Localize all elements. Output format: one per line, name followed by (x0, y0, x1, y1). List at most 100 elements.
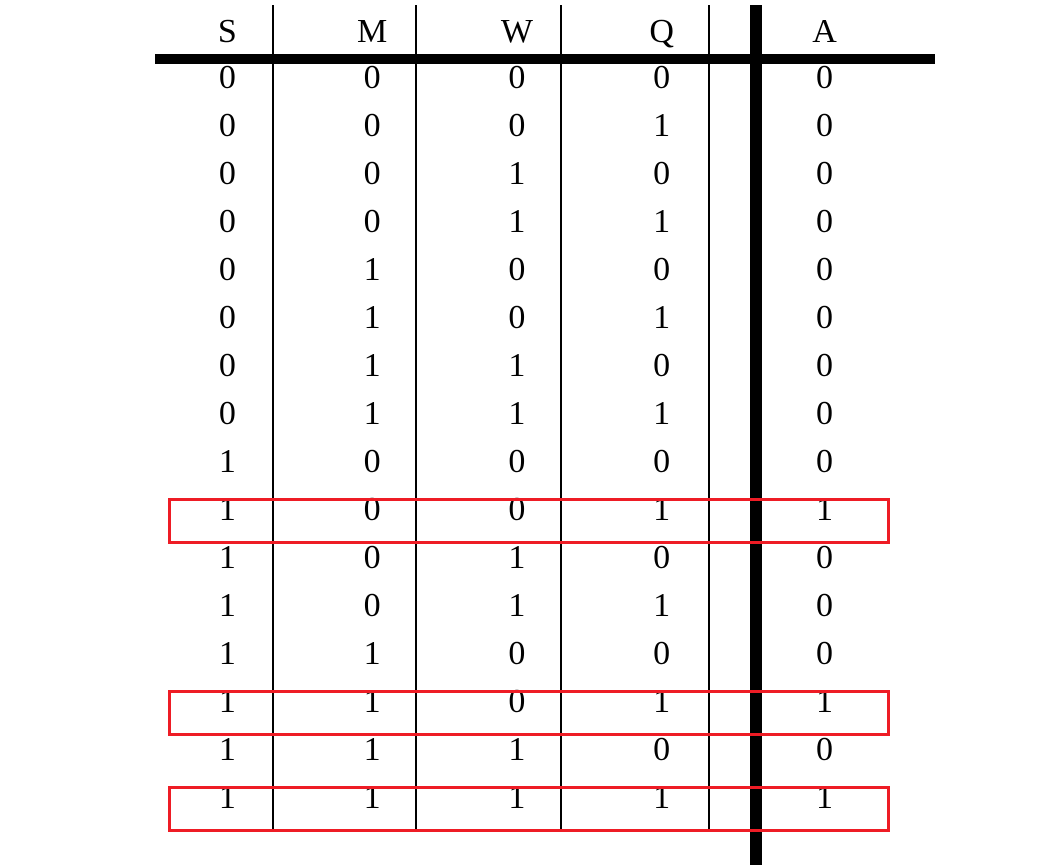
cell-M: 1 (300, 774, 445, 822)
cell-M: 1 (300, 390, 445, 438)
cell-A: 0 (734, 582, 915, 630)
cell-A: 1 (734, 678, 915, 726)
cell-Q: 0 (589, 630, 734, 678)
table-row: 00000 (155, 54, 915, 102)
cell-A: 0 (734, 438, 915, 486)
table-row: 00110 (155, 198, 915, 246)
cell-A: 0 (734, 102, 915, 150)
cell-Q: 1 (589, 582, 734, 630)
cell-M: 1 (300, 246, 445, 294)
cell-M: 0 (300, 582, 445, 630)
cell-S: 1 (155, 582, 300, 630)
table-row: 10110 (155, 582, 915, 630)
cell-M: 1 (300, 294, 445, 342)
table-row: 10100 (155, 534, 915, 582)
cell-A: 0 (734, 246, 915, 294)
cell-S: 1 (155, 486, 300, 534)
cell-A: 0 (734, 630, 915, 678)
cell-Q: 0 (589, 246, 734, 294)
cell-M: 1 (300, 342, 445, 390)
cell-Q: 1 (589, 102, 734, 150)
cell-S: 0 (155, 54, 300, 102)
table-row: 10011 (155, 486, 915, 534)
cell-Q: 1 (589, 294, 734, 342)
cell-M: 0 (300, 438, 445, 486)
cell-A: 0 (734, 342, 915, 390)
cell-A: 0 (734, 54, 915, 102)
cell-Q: 0 (589, 150, 734, 198)
cell-W: 0 (445, 294, 590, 342)
cell-S: 1 (155, 438, 300, 486)
cell-Q: 1 (589, 198, 734, 246)
cell-W: 0 (445, 486, 590, 534)
cell-W: 0 (445, 54, 590, 102)
cell-M: 0 (300, 102, 445, 150)
cell-Q: 1 (589, 390, 734, 438)
cell-W: 1 (445, 582, 590, 630)
table-row: 10000 (155, 438, 915, 486)
header-W: W (445, 8, 590, 54)
cell-Q: 1 (589, 678, 734, 726)
cell-A: 1 (734, 774, 915, 822)
cell-W: 0 (445, 102, 590, 150)
table-row: 01100 (155, 342, 915, 390)
cell-S: 0 (155, 390, 300, 438)
cell-M: 0 (300, 54, 445, 102)
header-row: S M W Q A (155, 8, 915, 54)
table-row: 01010 (155, 294, 915, 342)
cell-W: 0 (445, 678, 590, 726)
cell-W: 0 (445, 246, 590, 294)
cell-A: 0 (734, 726, 915, 774)
cell-M: 0 (300, 150, 445, 198)
cell-S: 0 (155, 294, 300, 342)
table-row: 00100 (155, 150, 915, 198)
cell-S: 0 (155, 102, 300, 150)
cell-S: 1 (155, 774, 300, 822)
table-row: 11000 (155, 630, 915, 678)
cell-S: 0 (155, 246, 300, 294)
cell-S: 0 (155, 342, 300, 390)
table-row: 01000 (155, 246, 915, 294)
cell-S: 1 (155, 726, 300, 774)
cell-A: 0 (734, 390, 915, 438)
header-A: A (734, 8, 915, 54)
cell-W: 1 (445, 150, 590, 198)
cell-Q: 0 (589, 726, 734, 774)
cell-W: 0 (445, 438, 590, 486)
table-row: 11111 (155, 774, 915, 822)
cell-W: 0 (445, 630, 590, 678)
cell-Q: 1 (589, 774, 734, 822)
header-S: S (155, 8, 300, 54)
cell-A: 1 (734, 486, 915, 534)
cell-M: 0 (300, 486, 445, 534)
header-Q: Q (589, 8, 734, 54)
cell-S: 1 (155, 678, 300, 726)
cell-W: 1 (445, 342, 590, 390)
table-row: 11011 (155, 678, 915, 726)
cell-M: 0 (300, 534, 445, 582)
table-row: 11100 (155, 726, 915, 774)
cell-Q: 0 (589, 342, 734, 390)
cell-S: 1 (155, 534, 300, 582)
header-M: M (300, 8, 445, 54)
cell-Q: 0 (589, 534, 734, 582)
cell-W: 1 (445, 198, 590, 246)
cell-Q: 0 (589, 54, 734, 102)
cell-M: 1 (300, 630, 445, 678)
cell-M: 1 (300, 726, 445, 774)
cell-S: 1 (155, 630, 300, 678)
cell-A: 0 (734, 150, 915, 198)
truth-table: S M W Q A 000000001000100001100100001010… (155, 8, 915, 822)
cell-Q: 0 (589, 438, 734, 486)
cell-W: 1 (445, 534, 590, 582)
cell-A: 0 (734, 534, 915, 582)
cell-M: 0 (300, 198, 445, 246)
cell-W: 1 (445, 390, 590, 438)
cell-S: 0 (155, 150, 300, 198)
cell-S: 0 (155, 198, 300, 246)
table-row: 01110 (155, 390, 915, 438)
table-row: 00010 (155, 102, 915, 150)
cell-A: 0 (734, 294, 915, 342)
cell-W: 1 (445, 726, 590, 774)
cell-M: 1 (300, 678, 445, 726)
